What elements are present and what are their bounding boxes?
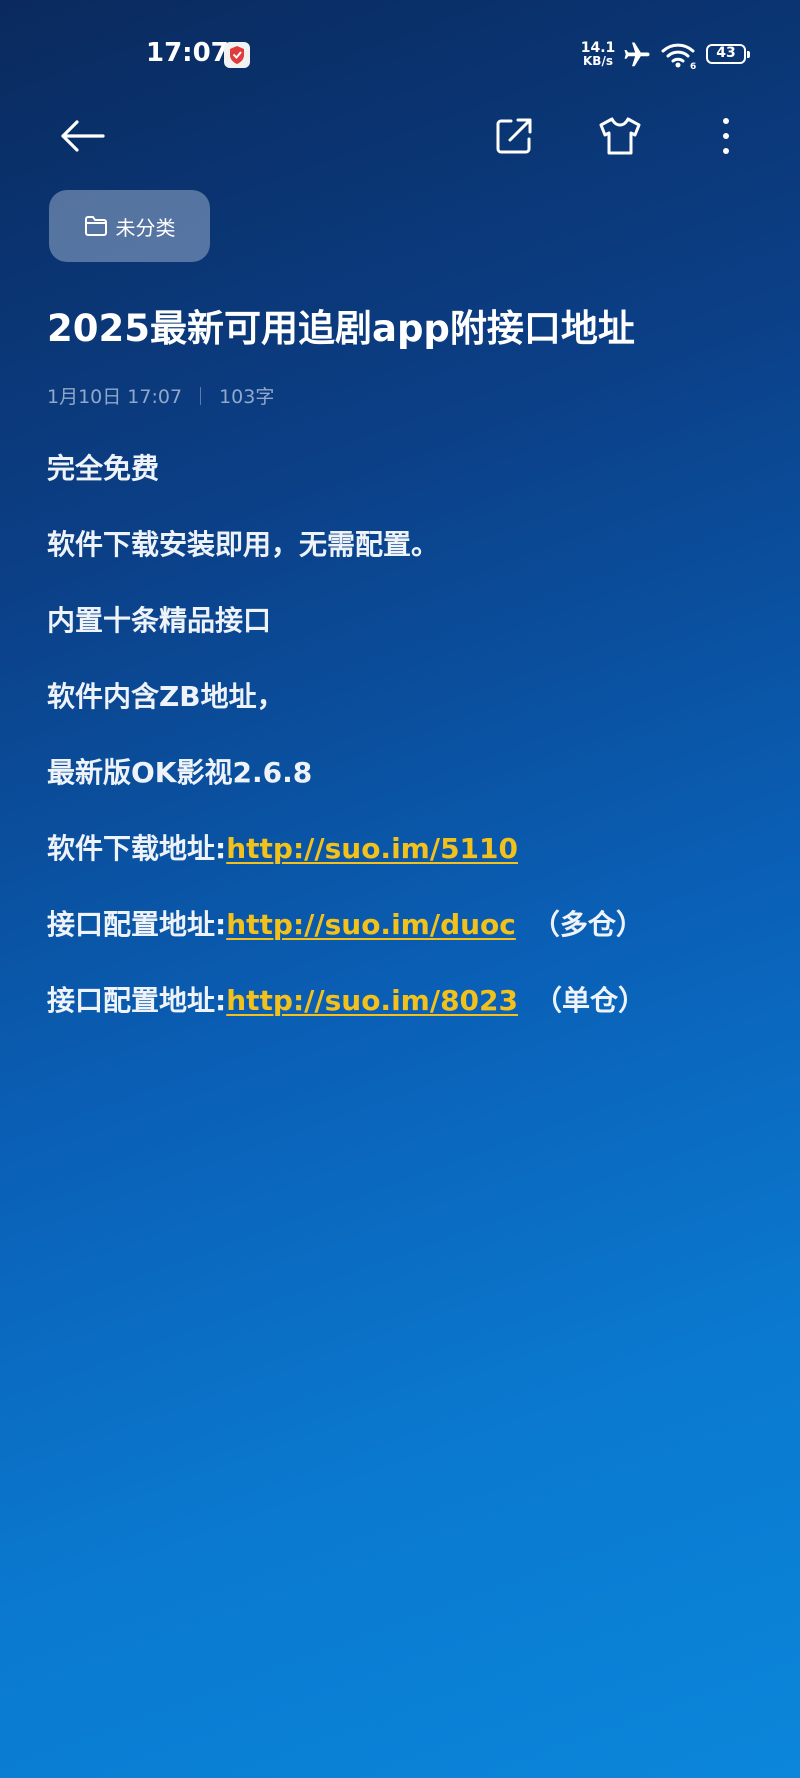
line-prefix: 软件下载地址: — [47, 832, 227, 865]
back-button[interactable] — [50, 104, 114, 168]
body-line: 完全免费 — [47, 452, 160, 485]
arrow-left-icon — [61, 120, 105, 152]
folder-icon — [84, 216, 107, 236]
battery-level: 43 — [716, 45, 736, 61]
network-speed-unit: KB/s — [583, 54, 613, 68]
note-date: 1月10日 17:07 — [47, 386, 183, 408]
theme-button[interactable] — [588, 104, 652, 168]
line-prefix: 接口配置地址: — [47, 984, 227, 1017]
folder-label: 未分类 — [115, 215, 176, 240]
word-count: 103字 — [219, 386, 275, 408]
config-link-single[interactable]: http://suo.im/8023 — [226, 984, 518, 1017]
meta-divider — [200, 386, 202, 405]
config-link-multi[interactable]: http://suo.im/duoc — [226, 908, 516, 941]
more-button[interactable] — [694, 104, 758, 168]
more-vertical-icon — [723, 118, 729, 154]
body-line: 内置十条精品接口 — [47, 604, 272, 637]
line-prefix: 接口配置地址: — [47, 908, 227, 941]
battery-icon: 43 — [706, 44, 750, 64]
body-line: 软件下载安装即用，无需配置。 — [47, 528, 440, 561]
line-suffix: （多仓） — [531, 908, 644, 941]
share-export-icon — [496, 118, 532, 154]
tshirt-theme-icon — [599, 117, 641, 155]
line-suffix: （单仓） — [534, 984, 647, 1017]
note-body[interactable]: 完全免费 软件下载安装即用，无需配置。 内置十条精品接口 软件内含ZB地址， 最… — [47, 450, 646, 1058]
download-link[interactable]: http://suo.im/5110 — [226, 832, 518, 865]
shield-app-icon — [224, 42, 250, 68]
body-line: 最新版OK影视2.6.8 — [47, 756, 313, 789]
note-title: 2025最新可用追剧app附接口地址 — [47, 307, 635, 350]
note-meta: 1月10日 17:07 103字 — [47, 382, 274, 409]
status-time: 17:07 — [146, 38, 229, 68]
status-bar: 17:07 14.1 KB/s 6 43 — [0, 0, 800, 100]
body-line: 软件内含ZB地址， — [47, 680, 285, 713]
share-button[interactable] — [482, 104, 546, 168]
body-line-config-multi: 接口配置地址:http://suo.im/duoc （多仓） — [47, 906, 646, 944]
body-line-download: 软件下载地址:http://suo.im/5110 — [47, 830, 646, 868]
network-speed: 14.1 KB/s — [578, 41, 618, 68]
airplane-mode-icon — [622, 40, 652, 74]
wifi-index: 6 — [690, 62, 696, 70]
folder-chip[interactable]: 未分类 — [49, 190, 210, 262]
wifi-icon: 6 — [660, 40, 698, 74]
body-line-config-single: 接口配置地址:http://suo.im/8023 （单仓） — [47, 982, 646, 1020]
